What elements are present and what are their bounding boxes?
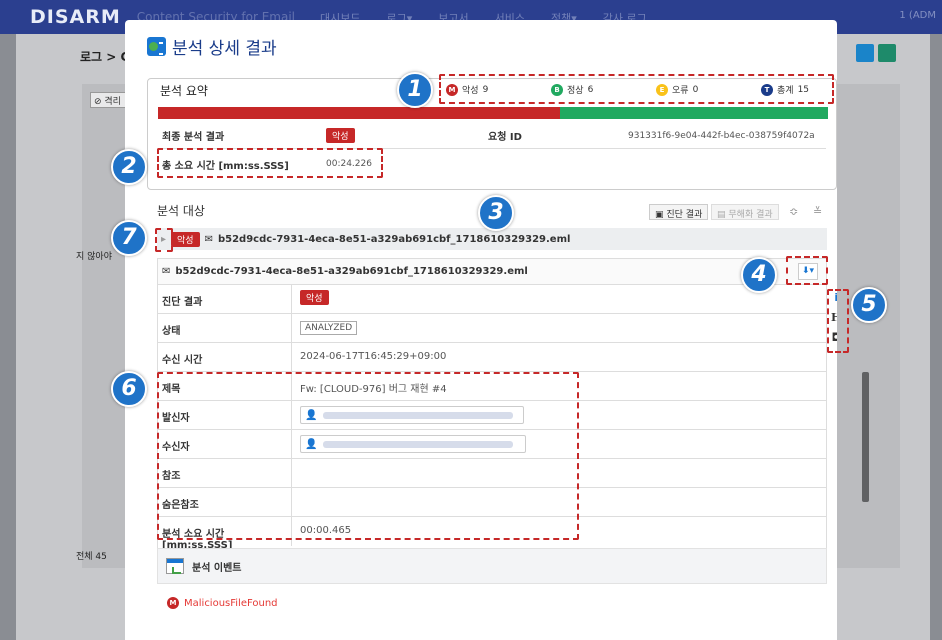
- callout-3: 3: [478, 195, 514, 231]
- analysis-object-row[interactable]: ▸ 악성 ✉ b52d9cdc-7931-4eca-8e51-a329ab691…: [157, 228, 827, 250]
- callout-7: 7: [111, 220, 147, 256]
- malicious-bar-segment: [158, 107, 560, 119]
- object-result-badge: 악성: [171, 231, 200, 247]
- object-filename: b52d9cdc-7931-4eca-8e51-a329ab691cbf_171…: [217, 233, 571, 245]
- background-text: 지 않아야: [76, 252, 112, 262]
- chart-icon: [166, 558, 184, 574]
- events-title: 분석 이벤트: [192, 562, 242, 574]
- malicious-icon: M: [167, 597, 179, 609]
- diagnosis-badge: 악성: [300, 290, 329, 305]
- callout-box-7: [155, 228, 173, 252]
- final-result-label: 최종 분석 결과: [162, 132, 225, 143]
- event-label: MaliciousFileFound: [184, 597, 278, 609]
- mail-icon: ✉: [162, 266, 171, 277]
- diagnosis-button-label: 진단 결과: [666, 210, 703, 220]
- row-label: 진단 결과: [158, 285, 292, 313]
- result-ratio-bar: [158, 107, 828, 119]
- detail-header: ✉ b52d9cdc-7931-4eca-8e51-a329ab691cbf_1…: [158, 259, 826, 285]
- callout-box-1: [439, 74, 834, 104]
- diagnosis-result-button[interactable]: ▣ 진단 결과: [649, 204, 709, 220]
- request-id-label: 요청 ID: [488, 132, 522, 143]
- search-button[interactable]: [856, 44, 874, 62]
- request-id-value: 931331f6-9e04-442f-b4ec-038759f4072a: [628, 130, 815, 141]
- expand-all-icon[interactable]: ≎: [789, 205, 798, 218]
- sanitize-icon: ▤: [717, 210, 726, 220]
- callout-2: 2: [111, 149, 147, 185]
- analysis-detail-modal: 분석 상세 결과 분석 요약 M 악성 9 B 정상 6 E 오류 0 T 총계: [125, 20, 837, 640]
- row-label: 상태: [158, 314, 292, 342]
- breadcrumb: 로그 > C: [80, 50, 130, 64]
- modal-title: 분석 상세 결과: [172, 39, 277, 59]
- callout-box-6: [157, 372, 579, 540]
- events-header: 분석 이벤트: [157, 548, 827, 584]
- modal-header: 분석 상세 결과: [147, 34, 277, 59]
- analysis-logo-icon: [147, 37, 166, 56]
- collapse-all-icon[interactable]: ≚: [813, 205, 822, 218]
- row-label: 수신 시간: [158, 343, 292, 371]
- detail-filename: b52d9cdc-7931-4eca-8e51-a329ab691cbf_171…: [175, 266, 528, 277]
- callout-1: 1: [397, 72, 433, 108]
- detail-row-diagnosis: 진단 결과 악성: [158, 285, 826, 314]
- event-item: M MaliciousFileFound: [167, 597, 827, 609]
- final-result-badge: 악성: [326, 128, 355, 143]
- benign-bar-segment: [560, 107, 828, 119]
- background-buttons: [856, 44, 896, 62]
- received-time: 2024-06-17T16:45:29+09:00: [300, 351, 447, 362]
- background-total: 전체 45: [76, 552, 107, 562]
- callout-5: 5: [851, 287, 887, 323]
- callout-4: 4: [741, 257, 777, 293]
- status-badge: ANALYZED: [300, 321, 358, 335]
- mail-icon: ✉: [204, 233, 213, 245]
- sanitize-result-button[interactable]: ▤ 무해화 결과: [711, 204, 779, 220]
- targets-title: 분석 대상: [157, 204, 205, 218]
- callout-box-2: [157, 148, 383, 178]
- filter-button[interactable]: [878, 44, 896, 62]
- summary-title: 분석 요약: [160, 84, 208, 98]
- sanitize-button-label: 무해화 결과: [728, 210, 773, 220]
- callout-box-4: [786, 256, 828, 285]
- user-menu[interactable]: 1 (ADM: [899, 10, 936, 21]
- callout-box-5: [827, 289, 849, 353]
- analysis-events: 분석 이벤트 M MaliciousFileFound: [157, 548, 827, 618]
- background-scrollbar[interactable]: [862, 372, 869, 502]
- detail-row-received: 수신 시간 2024-06-17T16:45:29+09:00: [158, 343, 826, 372]
- final-result-row: 최종 분석 결과 악성 요청 ID 931331f6-9e04-442f-b4e…: [162, 123, 826, 149]
- callout-6: 6: [111, 371, 147, 407]
- brand-logo: DISARM: [30, 6, 121, 28]
- detail-row-status: 상태 ANALYZED: [158, 314, 826, 343]
- diagnosis-icon: ▣: [655, 210, 664, 220]
